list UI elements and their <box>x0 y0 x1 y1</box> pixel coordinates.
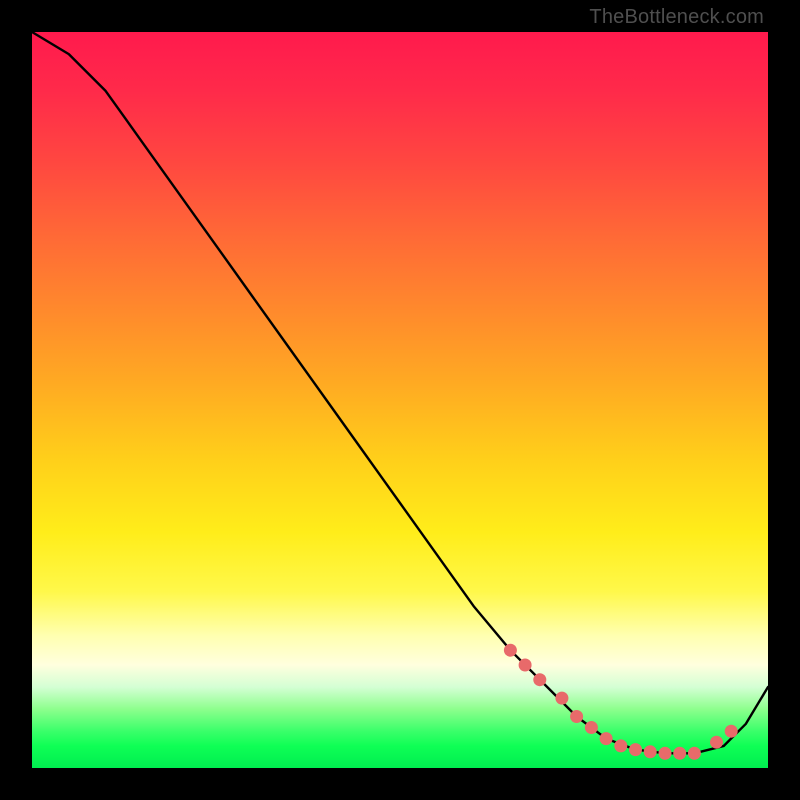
chart-frame: TheBottleneck.com <box>0 0 800 800</box>
curve-marker <box>659 747 672 760</box>
curve-marker <box>725 725 738 738</box>
chart-svg <box>32 32 768 768</box>
curve-marker <box>614 739 627 752</box>
curve-path <box>32 32 768 753</box>
curve-marker <box>504 644 517 657</box>
curve-markers <box>504 644 738 760</box>
curve-marker <box>585 721 598 734</box>
curve-marker <box>644 745 657 758</box>
curve-marker <box>570 710 583 723</box>
curve-marker <box>519 659 532 672</box>
curve-marker <box>673 747 686 760</box>
curve-marker <box>688 747 701 760</box>
plot-area <box>32 32 768 768</box>
curve-marker <box>600 732 613 745</box>
curve-marker <box>710 736 723 749</box>
curve-marker <box>533 673 546 686</box>
attribution-text: TheBottleneck.com <box>589 6 764 29</box>
curve-marker <box>555 692 568 705</box>
curve-marker <box>629 743 642 756</box>
